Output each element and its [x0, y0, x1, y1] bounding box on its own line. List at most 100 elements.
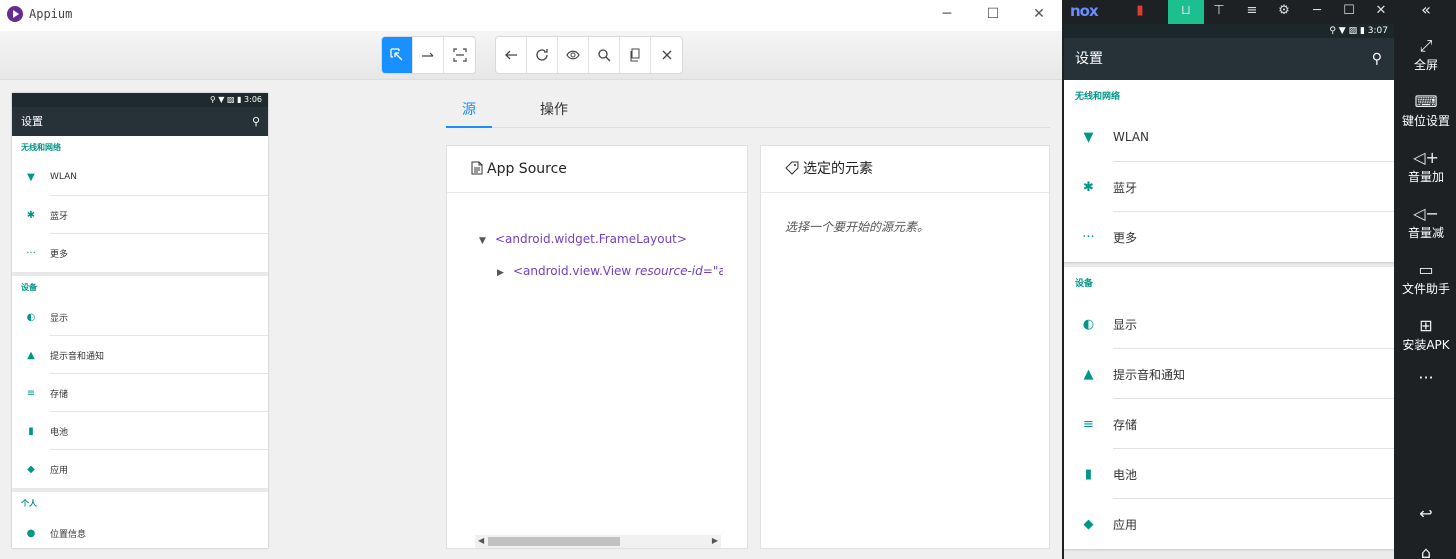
section-header: 设备 [21, 283, 37, 292]
settings-list: 无线和网络 ▼ WLAN ✱ 蓝牙 ··· 更多设备 ◐ 显示 ▲ 提示音和通知 ≡ 存储 ▮ 电池 ◆ 应用 [1064, 80, 1394, 549]
settings-item[interactable]: ▮ 电池 [1064, 449, 1394, 499]
appium-logo-icon [7, 6, 23, 22]
settings-item[interactable]: ▮ 电池 [12, 412, 268, 450]
copy-icon [630, 48, 640, 62]
sidebar-item-label: 音量加 [1407, 170, 1444, 184]
sidebar-item-keymap[interactable]: ⌨ 键位设置 [1396, 92, 1456, 129]
settings-item[interactable]: ◐ 显示 [1064, 299, 1394, 349]
scroll-left-icon[interactable]: ◀ [478, 536, 484, 545]
settings-item-label: 蓝牙 [50, 211, 69, 222]
search-icon[interactable]: ⚲ [252, 107, 260, 136]
settings-item[interactable]: ◆ 应用 [12, 450, 268, 488]
minimize-button[interactable]: ─ [924, 0, 970, 31]
device-screenshot[interactable]: ⚲ ▼ ▨ ▮ 3:06 设置 ⚲ 无线和网络 ▼ WLAN ✱ 蓝牙 ··· 更多 设备 ◐ 显… [12, 93, 268, 548]
settings-item[interactable]: ▼ WLAN [1064, 112, 1394, 162]
tree-node[interactable]: ▼ <android.widget.FrameLayout> [479, 230, 723, 262]
sidebar-item-file-helper[interactable]: ▭ 文件助手 [1396, 260, 1456, 297]
settings-item-label: 显示 [50, 313, 69, 324]
settings-item[interactable]: ✱ 蓝牙 [12, 196, 268, 234]
settings-title: 设置 [21, 115, 43, 128]
settings-item[interactable]: ··· 更多 [1064, 212, 1394, 262]
sidebar-more-button[interactable]: ··· [1396, 368, 1456, 387]
maximize-button[interactable]: ☐ [970, 0, 1016, 31]
keyboard-icon: ⌨ [1414, 92, 1438, 111]
record-button[interactable] [558, 37, 589, 73]
settings-item-icon: ≡ [26, 387, 36, 399]
settings-item[interactable]: ▼ WLAN [12, 158, 268, 196]
gear-icon[interactable]: ⚙ [1271, 0, 1297, 24]
caret-right-icon[interactable]: ▶ [497, 264, 513, 282]
search-icon[interactable]: ⚲ [1372, 38, 1382, 80]
android-back-icon[interactable]: ↩ [1396, 504, 1456, 524]
section-header: 无线和网络 [1075, 92, 1121, 102]
sidebar-item-label: 全屏 [1413, 58, 1438, 72]
swipe-button[interactable] [413, 37, 444, 73]
settings-item[interactable]: ● 位置信息 [12, 514, 268, 548]
monitor-icon: ▭ [1418, 260, 1434, 279]
settings-item-label: 显示 [1113, 317, 1138, 332]
maximize-icon[interactable]: ☐ [1336, 0, 1362, 24]
caret-down-icon[interactable]: ▼ [479, 232, 495, 250]
status-bar: ⚲ ▼ ▨ ▮ 3:06 [12, 93, 268, 107]
settings-item[interactable]: ✱ 蓝牙 [1064, 162, 1394, 212]
app-store-icon[interactable]: ⊔ [1168, 0, 1204, 24]
sidebar-item-volume-down[interactable]: ◁− 音量减 [1396, 204, 1456, 241]
sidebar-item-install-apk[interactable]: ⊞ 安装APK [1396, 316, 1456, 353]
settings-item[interactable]: ◆ 应用 [1064, 499, 1394, 549]
sidebar-item-volume-up[interactable]: ◁+ 音量加 [1396, 148, 1456, 185]
menu-icon[interactable]: ≡ [1239, 0, 1265, 24]
select-element-button[interactable] [382, 37, 413, 73]
settings-item[interactable]: ≡ 存储 [1064, 399, 1394, 449]
scrollbar-thumb[interactable] [488, 537, 620, 546]
close-button[interactable]: ✕ [1016, 0, 1062, 31]
refresh-icon [536, 49, 548, 61]
minimize-icon[interactable]: ─ [1304, 0, 1330, 24]
settings-item-label: 更多 [1113, 230, 1138, 245]
settings-item[interactable]: ▲ 提示音和通知 [1064, 349, 1394, 399]
tree-node[interactable]: ▶<android.view.View resource-id="andro [479, 262, 723, 294]
theme-shirt-icon[interactable]: ⊤ [1206, 0, 1232, 24]
settings-item-label: 电池 [50, 427, 69, 438]
settings-app-bar: 设置 ⚲ [12, 107, 268, 136]
tab-source[interactable]: 源 [446, 96, 492, 128]
back-button[interactable] [496, 37, 527, 73]
empty-hint: 选择一个要开始的源元素。 [785, 220, 930, 234]
settings-item-icon: ✱ [1083, 179, 1094, 195]
settings-item[interactable]: ◐ 显示 [12, 298, 268, 336]
android-home-icon[interactable]: ⌂ [1396, 543, 1456, 559]
tag-icon [785, 161, 799, 175]
settings-item[interactable]: ▲ 提示音和通知 [12, 336, 268, 374]
refresh-button[interactable] [527, 37, 558, 73]
sidebar-item-fullscreen[interactable]: ⤢ 全屏 [1396, 36, 1456, 73]
app-source-panel: App Source ▼ <android.widget.FrameLayout>… [446, 145, 748, 549]
status-time: 3:07 [1367, 26, 1388, 36]
notification-icon[interactable]: ▮ [1127, 0, 1153, 24]
tab-actions[interactable]: 操作 [540, 96, 568, 128]
settings-section: 设备 ◐ 显示 ▲ 提示音和通知 ≡ 存储 ▮ 电池 ◆ 应用 [1064, 267, 1394, 549]
settings-item-icon: ▼ [27, 171, 35, 183]
settings-item-icon: ▲ [1083, 366, 1094, 382]
section-header: 设备 [1075, 279, 1094, 289]
settings-item-label: WLAN [1113, 130, 1150, 144]
settings-item-icon: ▮ [1084, 466, 1093, 482]
settings-section: 无线和网络 ▼ WLAN ✱ 蓝牙 ··· 更多 [1064, 80, 1394, 262]
arrow-left-icon [505, 50, 517, 60]
scroll-right-icon[interactable]: ▶ [712, 536, 718, 545]
fullscreen-icon: ⤢ [1419, 36, 1433, 55]
section-header: 个人 [21, 499, 37, 508]
tap-by-coordinates-button[interactable] [444, 37, 475, 73]
volume-up-icon: ◁+ [1413, 148, 1439, 167]
settings-item[interactable]: ≡ 存储 [12, 374, 268, 412]
horizontal-scrollbar[interactable]: ◀ ▶ [475, 535, 721, 548]
emulator-screen[interactable]: ⚲ ▼ ▨ ▮ 3:07 设置 ⚲ 无线和网络 ▼ WLAN ✱ 蓝牙 ··· 更多 设备 ◐ 显… [1064, 24, 1394, 559]
copy-xml-button[interactable] [620, 37, 651, 73]
close-icon[interactable]: ✕ [1368, 0, 1394, 24]
search-element-button[interactable] [589, 37, 620, 73]
settings-item-icon: ▲ [27, 349, 35, 361]
settings-item[interactable]: ··· 更多 [12, 234, 268, 272]
collapse-sidebar-icon[interactable]: « [1396, 0, 1456, 20]
settings-item-label: 位置信息 [50, 529, 87, 540]
title-bar: Appium ─ ☐ ✕ [0, 0, 1062, 31]
quit-session-button[interactable] [651, 37, 682, 73]
close-icon [662, 50, 671, 60]
